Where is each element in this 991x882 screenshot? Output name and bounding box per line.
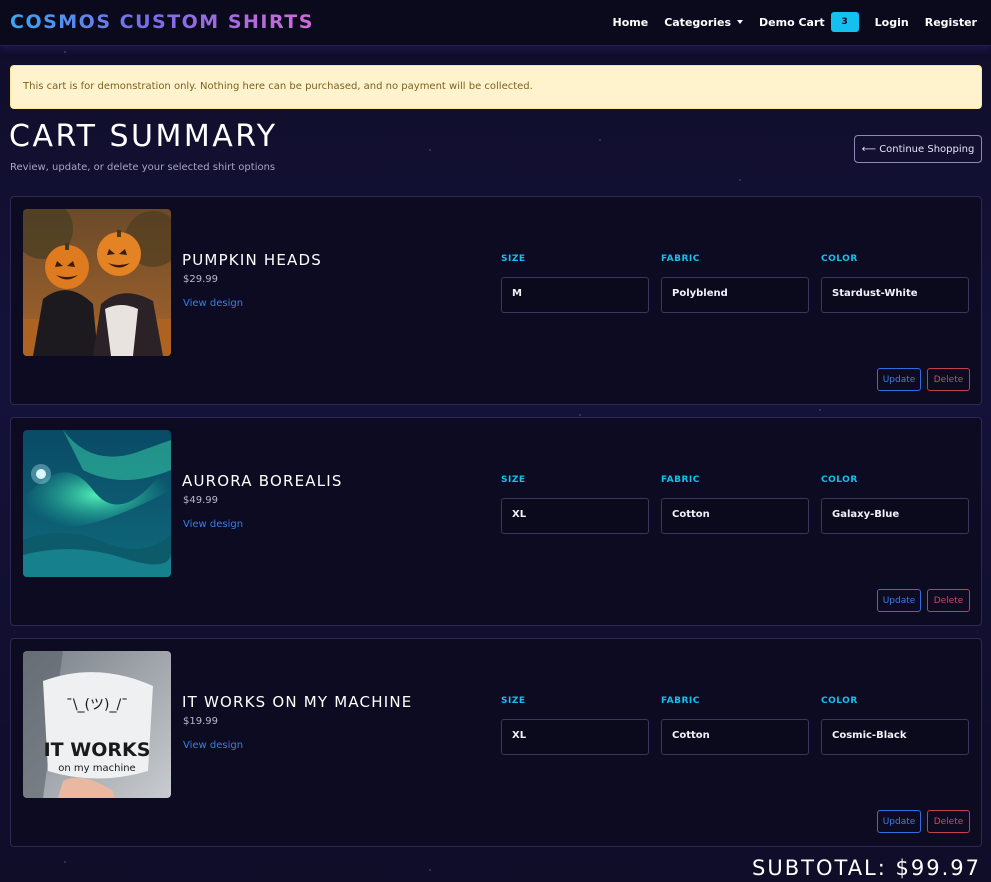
item-price: $29.99 bbox=[183, 274, 218, 285]
delete-button[interactable]: Delete bbox=[927, 589, 970, 612]
nav-home[interactable]: Home bbox=[613, 16, 649, 29]
view-design-link[interactable]: View design bbox=[183, 740, 243, 751]
design-thumbnail-it-works[interactable]: ¯\_(ツ)_/¯ IT WORKS on my machine bbox=[23, 651, 171, 798]
fabric-label: FABRIC bbox=[661, 475, 700, 485]
color-label: COLOR bbox=[821, 696, 858, 706]
nav-register[interactable]: Register bbox=[925, 16, 977, 29]
view-design-link[interactable]: View design bbox=[183, 519, 243, 530]
color-label: COLOR bbox=[821, 254, 858, 264]
cart-item: AURORA BOREALIS $49.99 View design SIZE … bbox=[10, 417, 982, 626]
design-thumbnail-aurora[interactable] bbox=[23, 430, 171, 577]
size-label: SIZE bbox=[501, 696, 526, 706]
caret-down-icon bbox=[737, 20, 744, 24]
continue-shopping-button[interactable]: ⟵ Continue Shopping bbox=[854, 135, 982, 163]
demo-alert: This cart is for demonstration only. Not… bbox=[10, 65, 982, 109]
item-price: $49.99 bbox=[183, 495, 218, 506]
fabric-label: FABRIC bbox=[661, 696, 700, 706]
nav-categories-label: Categories bbox=[664, 15, 732, 29]
nav-cart[interactable]: Demo Cart 3 bbox=[759, 12, 859, 32]
delete-button[interactable]: Delete bbox=[927, 368, 970, 391]
shrug-text: ¯\_(ツ)_/¯ bbox=[66, 697, 128, 713]
color-select[interactable]: Stardust-White bbox=[821, 277, 969, 313]
brand-logo[interactable]: COSMOS CUSTOM SHIRTS bbox=[10, 11, 314, 33]
update-button[interactable]: Update bbox=[877, 368, 921, 391]
size-select[interactable]: XL bbox=[501, 498, 649, 534]
cart-item: PUMPKIN HEADS $29.99 View design SIZE FA… bbox=[10, 196, 982, 405]
on-my-machine-text: on my machine bbox=[58, 763, 135, 774]
it-works-text: IT WORKS bbox=[44, 739, 151, 761]
cart-count-badge: 3 bbox=[830, 12, 859, 32]
page-title: CART SUMMARY bbox=[9, 119, 278, 154]
navbar: COSMOS CUSTOM SHIRTS Home Categories Dem… bbox=[0, 0, 991, 46]
nav-links: Home Categories Demo Cart 3 Login Regist… bbox=[597, 12, 977, 32]
view-design-link[interactable]: View design bbox=[183, 298, 243, 309]
cart-item: ¯\_(ツ)_/¯ IT WORKS on my machine IT WORK… bbox=[10, 638, 982, 847]
fabric-select[interactable]: Cotton bbox=[661, 719, 809, 755]
update-button[interactable]: Update bbox=[877, 810, 921, 833]
item-name: AURORA BOREALIS bbox=[182, 472, 343, 490]
update-button[interactable]: Update bbox=[877, 589, 921, 612]
nav-categories[interactable]: Categories bbox=[664, 15, 744, 29]
design-thumbnail-pumpkin[interactable] bbox=[23, 209, 171, 356]
item-name: IT WORKS ON MY MACHINE bbox=[182, 693, 413, 711]
delete-button[interactable]: Delete bbox=[927, 810, 970, 833]
size-label: SIZE bbox=[501, 254, 526, 264]
item-price: $19.99 bbox=[183, 716, 218, 727]
page-subtitle: Review, update, or delete your selected … bbox=[10, 162, 276, 173]
item-name: PUMPKIN HEADS bbox=[182, 251, 322, 269]
color-select[interactable]: Galaxy-Blue bbox=[821, 498, 969, 534]
fabric-select[interactable]: Cotton bbox=[661, 498, 809, 534]
fabric-label: FABRIC bbox=[661, 254, 700, 264]
color-select[interactable]: Cosmic-Black bbox=[821, 719, 969, 755]
fabric-select[interactable]: Polyblend bbox=[661, 277, 809, 313]
size-select[interactable]: M bbox=[501, 277, 649, 313]
nav-login[interactable]: Login bbox=[875, 16, 909, 29]
nav-cart-label: Demo Cart bbox=[759, 15, 825, 29]
color-label: COLOR bbox=[821, 475, 858, 485]
cart-subtotal: SUBTOTAL: $99.97 bbox=[752, 856, 981, 880]
size-label: SIZE bbox=[501, 475, 526, 485]
size-select[interactable]: XL bbox=[501, 719, 649, 755]
